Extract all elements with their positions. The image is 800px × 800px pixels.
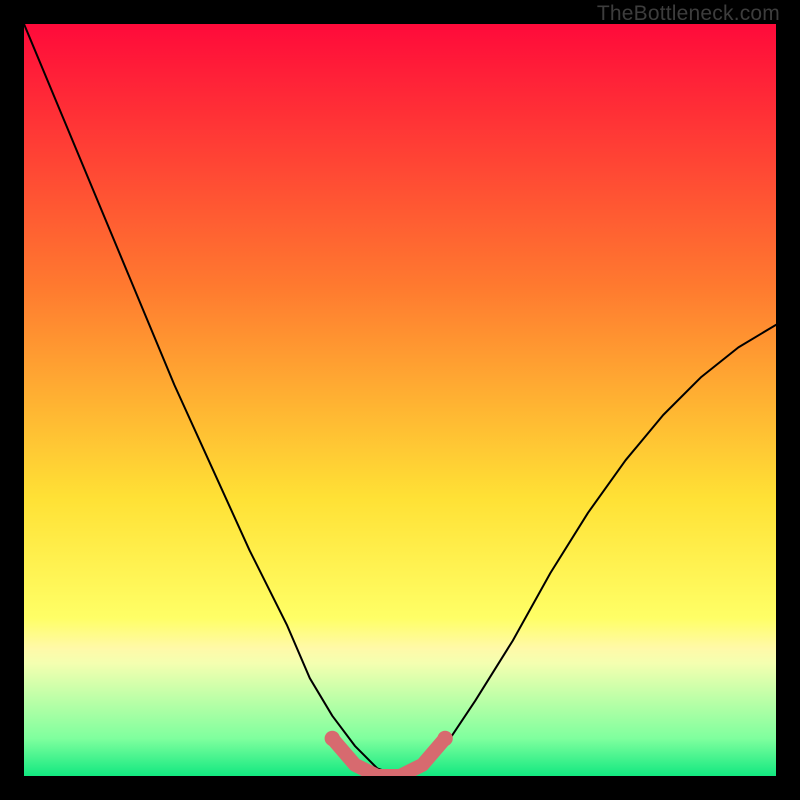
optimal-zone-marker-endpoint	[437, 731, 452, 746]
chart-frame: TheBottleneck.com	[0, 0, 800, 800]
watermark-text: TheBottleneck.com	[597, 2, 780, 26]
gradient-background	[24, 24, 776, 776]
optimal-zone-marker-endpoint	[325, 731, 340, 746]
bottleneck-chart	[24, 24, 776, 776]
